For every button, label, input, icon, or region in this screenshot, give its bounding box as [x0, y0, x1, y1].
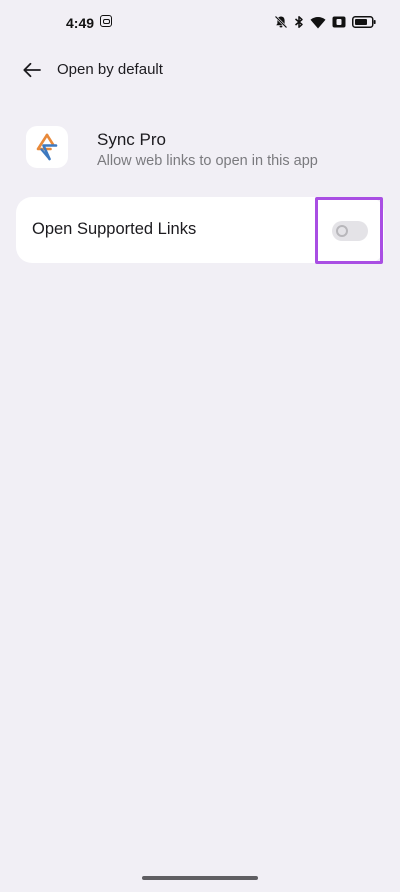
bell-muted-icon: [274, 15, 288, 29]
home-indicator[interactable]: [142, 876, 258, 880]
toggle-knob: [336, 225, 348, 237]
status-time: 4:49: [66, 15, 95, 31]
app-header: Sync Pro Allow web links to open in this…: [0, 122, 400, 178]
arrow-left-icon: [23, 62, 41, 78]
back-button[interactable]: [16, 56, 48, 84]
page-title: Open by default: [57, 61, 163, 78]
app-bar: Open by default: [0, 50, 400, 90]
app-name: Sync Pro: [97, 130, 166, 149]
wifi-icon: [310, 16, 326, 28]
open-supported-links-label: Open Supported Links: [32, 220, 197, 238]
open-supported-links-toggle[interactable]: [332, 221, 368, 241]
notification-icon: [100, 15, 112, 27]
sync-pro-logo-icon: [36, 133, 58, 161]
bluetooth-icon: [295, 16, 303, 28]
status-icons: [274, 14, 376, 30]
open-supported-links-row[interactable]: Open Supported Links: [16, 197, 384, 264]
sim-icon: [332, 16, 346, 28]
app-icon: [26, 126, 68, 168]
status-bar: 4:49: [0, 0, 400, 44]
app-description: Allow web links to open in this app: [97, 153, 318, 169]
battery-icon: [352, 16, 376, 28]
